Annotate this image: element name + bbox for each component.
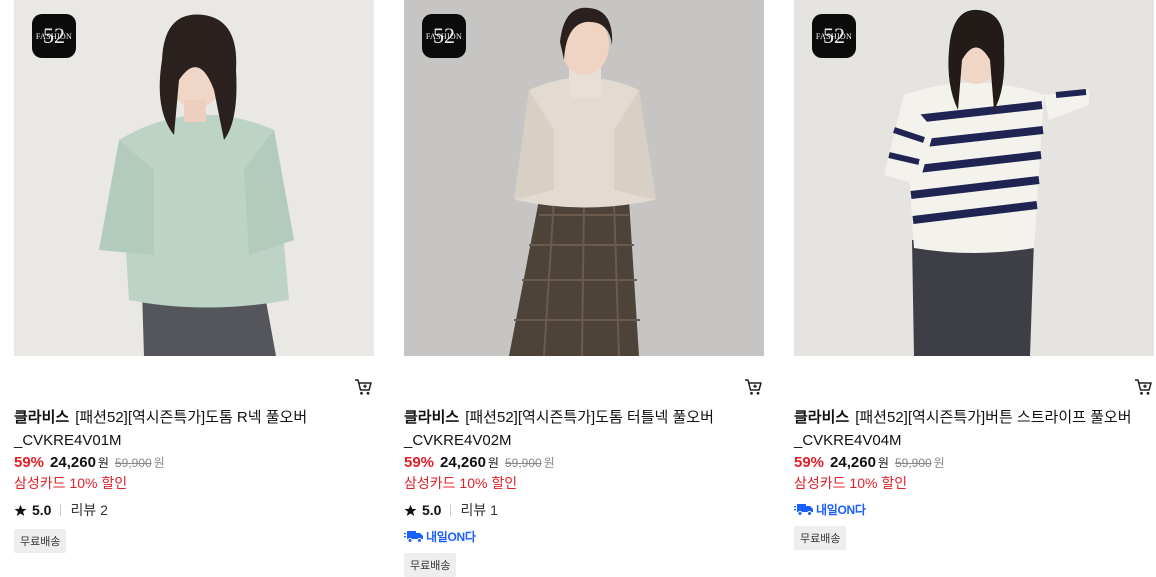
product-name: [패션52][역시즌특가]도톰 터틀넥 풀오버 <box>465 409 714 426</box>
card-discount: 삼성카드 10% 할인 <box>14 475 128 491</box>
cart-icon[interactable] <box>1134 378 1152 396</box>
product-name: [패션52][역시즌특가]버튼 스트라이프 풀오버 <box>855 409 1132 426</box>
brand-name: 클라비스 <box>14 409 70 426</box>
discount-rate: 59% <box>404 454 435 471</box>
delivery-badge: 내일ON다 <box>404 528 744 544</box>
product-image[interactable]: 52 FASHION <box>794 0 1154 356</box>
delivery-badge: 내일ON다 <box>794 501 1134 517</box>
product-image[interactable]: 52 FASHION <box>14 0 374 356</box>
fashion52-logo: 52 FASHION <box>422 14 466 58</box>
free-shipping-badge: 무료배송 <box>14 529 67 553</box>
cart-icon[interactable] <box>354 378 372 396</box>
brand-name: 클라비스 <box>794 409 850 426</box>
fashion52-logo: 52 FASHION <box>812 14 856 58</box>
product-name: [패션52][역시즌특가]도톰 R넥 풀오버 <box>75 409 308 426</box>
divider <box>60 504 62 516</box>
product-card[interactable]: 52 FASHION 클라비스 [패션52][역시즌특가]도톰 터틀넥 풀오버 _… <box>404 0 764 577</box>
discount-rate: 59% <box>14 454 45 471</box>
logo-text: FASHION <box>425 31 463 41</box>
currency: 원 <box>97 456 109 470</box>
sale-price: 24,260 원 <box>440 454 499 471</box>
star-icon <box>14 504 27 516</box>
discount-rate: 59% <box>794 454 825 471</box>
card-discount: 삼성카드 10% 할인 <box>404 475 518 491</box>
star-icon <box>404 504 417 516</box>
logo-text: FASHION <box>815 31 853 41</box>
rating-score: 5.0 <box>422 502 442 518</box>
price-row: 59% 24,260 원 59,900 원 <box>404 454 744 471</box>
cart-icon[interactable] <box>744 378 762 396</box>
review-count[interactable]: 리뷰 2 <box>70 500 107 520</box>
original-price: 59,900 <box>114 456 152 470</box>
price-row: 59% 24,260 원 59,900 원 <box>794 454 1134 471</box>
delivery-badge-text: 내일ON다 <box>816 502 866 517</box>
currency: 원 <box>487 456 499 470</box>
fashion52-logo: 52 FASHION <box>32 14 76 58</box>
rating-row: 5.0 리뷰 1 <box>404 500 744 520</box>
product-card[interactable]: 52 FASHION 클라비스 [패션52][역시즌특가]버튼 스트라이프 풀오버… <box>794 0 1154 550</box>
product-card[interactable]: 52 FASHION 클라비스 [패션52][역시즌특가]도톰 R넥 풀오버 _C… <box>14 0 374 553</box>
sale-price: 24,260 원 <box>50 454 109 471</box>
product-image[interactable]: 52 FASHION <box>404 0 764 356</box>
product-code: _CVKRE4V01M <box>14 432 122 449</box>
original-currency: 원 <box>933 456 945 470</box>
rating-row: 5.0 리뷰 2 <box>14 500 354 520</box>
free-shipping-badge: 무료배송 <box>794 526 847 550</box>
product-info: 클라비스 [패션52][역시즌특가]도톰 터틀넥 풀오버 _CVKRE4V02M … <box>404 406 744 577</box>
currency: 원 <box>877 456 889 470</box>
original-price: 59,900 <box>504 456 542 470</box>
divider <box>450 504 452 516</box>
price-row: 59% 24,260 원 59,900 원 <box>14 454 354 471</box>
delivery-badge-text: 내일ON다 <box>426 529 476 544</box>
product-title[interactable]: 클라비스 [패션52][역시즌특가]버튼 스트라이프 풀오버 _CVKRE4V04… <box>794 406 1134 452</box>
delivery-truck-icon <box>404 531 423 543</box>
review-count[interactable]: 리뷰 1 <box>460 500 497 520</box>
rating-score: 5.0 <box>32 502 52 518</box>
free-shipping-badge: 무료배송 <box>404 553 457 577</box>
original-price: 59,900 <box>894 456 932 470</box>
logo-text: FASHION <box>35 31 73 41</box>
product-title[interactable]: 클라비스 [패션52][역시즌특가]도톰 터틀넥 풀오버 _CVKRE4V02M <box>404 406 744 452</box>
product-title[interactable]: 클라비스 [패션52][역시즌특가]도톰 R넥 풀오버 _CVKRE4V01M <box>14 406 354 452</box>
original-currency: 원 <box>153 456 165 470</box>
original-currency: 원 <box>543 456 555 470</box>
card-discount: 삼성카드 10% 할인 <box>794 475 908 491</box>
sale-price: 24,260 원 <box>830 454 889 471</box>
sale-price-value: 24,260 <box>830 454 876 471</box>
product-info: 클라비스 [패션52][역시즌특가]도톰 R넥 풀오버 _CVKRE4V01M 5… <box>14 406 354 553</box>
product-grid: 52 FASHION 클라비스 [패션52][역시즌특가]도톰 R넥 풀오버 _C… <box>0 0 1156 577</box>
product-code: _CVKRE4V04M <box>794 432 902 449</box>
sale-price-value: 24,260 <box>440 454 486 471</box>
product-info: 클라비스 [패션52][역시즌특가]버튼 스트라이프 풀오버 _CVKRE4V04… <box>794 406 1134 550</box>
brand-name: 클라비스 <box>404 409 460 426</box>
delivery-truck-icon <box>794 504 813 516</box>
sale-price-value: 24,260 <box>50 454 96 471</box>
product-code: _CVKRE4V02M <box>404 432 512 449</box>
